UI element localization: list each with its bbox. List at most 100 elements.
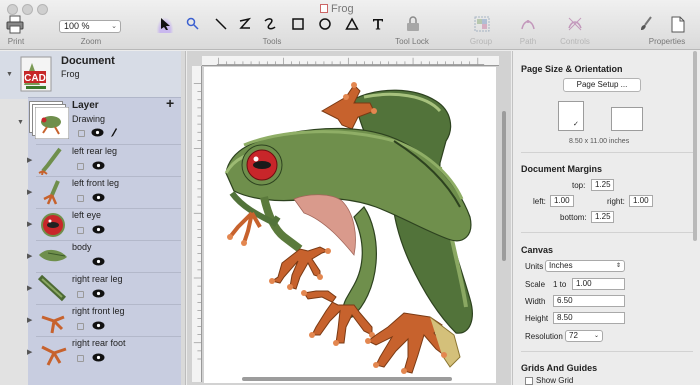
eye-icon[interactable]: [92, 257, 105, 266]
landscape-orientation-button[interactable]: [611, 107, 643, 131]
right-front-leg-thumbnail: [41, 315, 65, 334]
item-label: right rear foot: [72, 338, 126, 348]
eye-icon[interactable]: [92, 289, 105, 298]
document-properties-icon: [671, 16, 685, 32]
disclosure-closed-icon[interactable]: ▶: [27, 284, 32, 292]
scale-one-to-label: 1 to: [553, 280, 567, 289]
list-item[interactable]: ▶ left eye: [27, 208, 181, 240]
properties-button[interactable]: [668, 15, 688, 33]
print-button[interactable]: [5, 15, 27, 35]
text-tool[interactable]: [368, 15, 388, 33]
eye-icon[interactable]: [92, 161, 105, 170]
eye-icon[interactable]: [92, 321, 105, 330]
lock-icon[interactable]: [78, 130, 85, 137]
lock-icon[interactable]: [77, 195, 84, 202]
triangle-tool[interactable]: [342, 15, 362, 33]
brush-button[interactable]: [636, 15, 656, 33]
scale-field[interactable]: 1.00: [572, 278, 625, 290]
document-name: Frog: [61, 69, 80, 79]
top-margin-field[interactable]: 1.25: [591, 179, 614, 191]
list-item[interactable]: ▶ right front leg: [27, 304, 181, 336]
width-field[interactable]: 6.50: [553, 295, 625, 307]
window-title: Frog: [320, 3, 354, 15]
direct-select-tool[interactable]: [183, 15, 203, 33]
disclosure-closed-icon[interactable]: ▶: [27, 348, 32, 356]
portrait-orientation-button[interactable]: ✓: [558, 101, 584, 131]
minimize-window-button[interactable]: [22, 4, 33, 15]
direct-select-icon: [186, 17, 199, 30]
disclosure-closed-icon[interactable]: ▶: [27, 252, 32, 260]
up-down-chevron-icon: ⇕: [615, 263, 621, 269]
page-setup-button[interactable]: Page Setup ...: [563, 78, 641, 92]
controls-button[interactable]: [565, 15, 585, 33]
ellipse-tool[interactable]: [315, 15, 335, 33]
canvas-vertical-scrollbar[interactable]: [502, 111, 506, 261]
drawing-page[interactable]: [204, 67, 496, 383]
eye-icon[interactable]: [92, 225, 105, 234]
lock-icon[interactable]: [77, 163, 84, 170]
resolution-label: Resolution: [525, 332, 563, 341]
left-margin-field[interactable]: 1.00: [550, 195, 574, 207]
zoom-window-button[interactable]: [37, 4, 48, 15]
path-icon: [521, 20, 535, 30]
layers-scrollbar[interactable]: [181, 51, 185, 385]
show-grid-label: Show Grid: [536, 376, 574, 385]
canvas-horizontal-scrollbar[interactable]: [242, 377, 452, 381]
rectangle-tool[interactable]: [288, 15, 308, 33]
close-window-button[interactable]: [7, 4, 18, 15]
canvas-section-title: Canvas: [521, 245, 554, 255]
lock-icon[interactable]: [77, 323, 84, 330]
document-thumbnail: CAD: [20, 56, 52, 92]
item-label: left front leg: [72, 178, 120, 188]
disclosure-open-icon[interactable]: ▼: [6, 71, 13, 78]
right-margin-label: right:: [607, 197, 625, 206]
lock-icon[interactable]: [77, 227, 84, 234]
document-row[interactable]: ▼ CAD Document Frog: [0, 51, 181, 99]
scale-label: Scale: [525, 280, 546, 289]
frog-illustration[interactable]: [204, 67, 496, 383]
left-front-foot-shape: [270, 246, 330, 290]
list-item[interactable]: ▶ right rear foot: [27, 336, 181, 368]
list-item[interactable]: ▶ left front leg: [27, 176, 181, 208]
resolution-select[interactable]: 72 ⌄: [565, 330, 603, 342]
eye-icon[interactable]: [91, 128, 104, 137]
list-item[interactable]: ▶ body: [27, 240, 181, 272]
document-margins-section-title: Document Margins: [521, 164, 603, 174]
units-select[interactable]: Inches ⇕: [545, 260, 625, 272]
eye-icon[interactable]: [92, 193, 105, 202]
list-item[interactable]: ▶ left rear leg: [27, 144, 181, 176]
drawing-canvas[interactable]: [187, 51, 511, 385]
layer-row[interactable]: ▼ Layer Drawing +: [14, 95, 181, 144]
zoom-select[interactable]: 100 % ⌄: [59, 20, 121, 33]
group-button[interactable]: [472, 15, 492, 33]
arrow-select-tool[interactable]: [155, 15, 175, 33]
document-title: Document: [61, 55, 115, 67]
left-front-leg-thumbnail: [43, 180, 60, 205]
add-layer-icon[interactable]: +: [166, 95, 174, 111]
show-grid-checkbox[interactable]: [525, 377, 533, 385]
disclosure-closed-icon[interactable]: ▶: [27, 220, 32, 228]
lock-icon[interactable]: [77, 291, 84, 298]
disclosure-open-icon[interactable]: ▼: [17, 119, 24, 126]
height-field[interactable]: 8.50: [553, 312, 625, 324]
layer-name: Drawing: [72, 114, 106, 124]
inspector-scrollbar[interactable]: [693, 51, 697, 241]
grids-guides-section-title: Grids And Guides: [521, 363, 598, 373]
disclosure-closed-icon[interactable]: ▶: [27, 316, 32, 324]
right-margin-field[interactable]: 1.00: [629, 195, 653, 207]
polyline-tool-icon: [239, 17, 252, 29]
body-thumbnail: [39, 249, 67, 262]
lock-icon[interactable]: [77, 355, 84, 362]
line-tool[interactable]: [211, 15, 231, 33]
path-button[interactable]: [518, 15, 538, 33]
eye-icon[interactable]: [92, 353, 105, 362]
ellipse-tool-icon: [319, 18, 331, 30]
polyline-tool[interactable]: [235, 15, 255, 33]
bottom-margin-field[interactable]: 1.25: [591, 211, 614, 223]
pen-icon[interactable]: [110, 127, 118, 138]
tool-lock-button[interactable]: [403, 15, 423, 33]
disclosure-closed-icon[interactable]: ▶: [27, 188, 32, 196]
disclosure-closed-icon[interactable]: ▶: [27, 156, 32, 164]
curve-tool[interactable]: [260, 15, 280, 33]
list-item[interactable]: ▶ right rear leg: [27, 272, 181, 304]
